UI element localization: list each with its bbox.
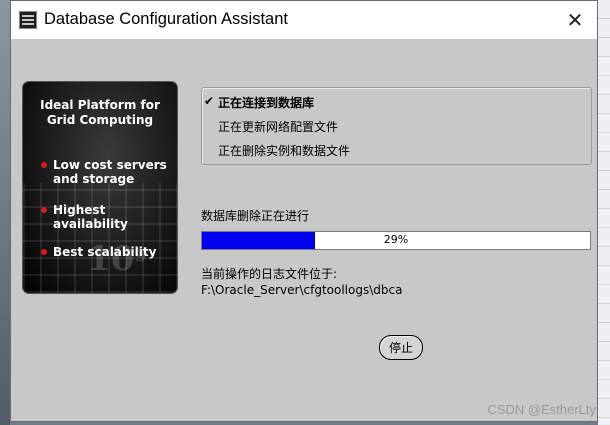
- step-label: 正在更新网络配置文件: [218, 120, 339, 134]
- dbca-dialog: Database Configuration Assistant ✕ Ideal…: [10, 0, 598, 422]
- step-label: 正在连接到数据库: [218, 96, 315, 110]
- log-location-label: 当前操作的日志文件位于:: [201, 267, 338, 281]
- progress-bar: 29%: [201, 231, 591, 250]
- step-item-1: ✔ 正在连接到数据库: [204, 94, 315, 111]
- banner-heading: Ideal Platform for Grid Computing: [23, 98, 177, 128]
- banner-heading-line2: Grid Computing: [46, 113, 154, 127]
- step-item-2: 正在更新网络配置文件: [218, 118, 338, 135]
- app-icon: [19, 11, 37, 29]
- banner-bullet-1: Low cost servers and storage: [41, 158, 167, 186]
- steps-list: ✔ 正在连接到数据库 正在更新网络配置文件 正在删除实例和数据文件: [201, 87, 592, 165]
- bullet-dot-icon: [41, 207, 47, 213]
- progress-label: 数据库删除正在进行: [201, 209, 310, 223]
- window-title: Database Configuration Assistant: [44, 10, 288, 28]
- oracle-10g-logo: 10g: [87, 239, 147, 279]
- progress-percent: 29%: [383, 233, 409, 246]
- bullet-dot-icon: [41, 162, 47, 168]
- banner-heading-line1: Ideal Platform for: [40, 98, 160, 112]
- watermark-text: CSDN @EstherLty: [487, 402, 596, 417]
- background-desktop-left: [0, 0, 10, 425]
- close-icon: ✕: [566, 8, 584, 32]
- step-label: 正在删除实例和数据文件: [218, 144, 351, 158]
- stop-button[interactable]: 停止: [379, 335, 423, 360]
- log-file-path: F:\Oracle_Server\cfgtoollogs\dbca: [201, 283, 403, 297]
- checkmark-icon: ✔: [204, 94, 215, 108]
- banner-bullet-2: Highest availability: [41, 203, 177, 231]
- title-bar[interactable]: Database Configuration Assistant ✕: [11, 1, 597, 39]
- oracle-banner-image: Ideal Platform for Grid Computing Low co…: [22, 81, 178, 294]
- background-desktop-right: [598, 0, 610, 425]
- bullet-dot-icon: [41, 249, 47, 255]
- close-button[interactable]: ✕: [553, 1, 597, 39]
- step-item-3: 正在删除实例和数据文件: [218, 142, 350, 159]
